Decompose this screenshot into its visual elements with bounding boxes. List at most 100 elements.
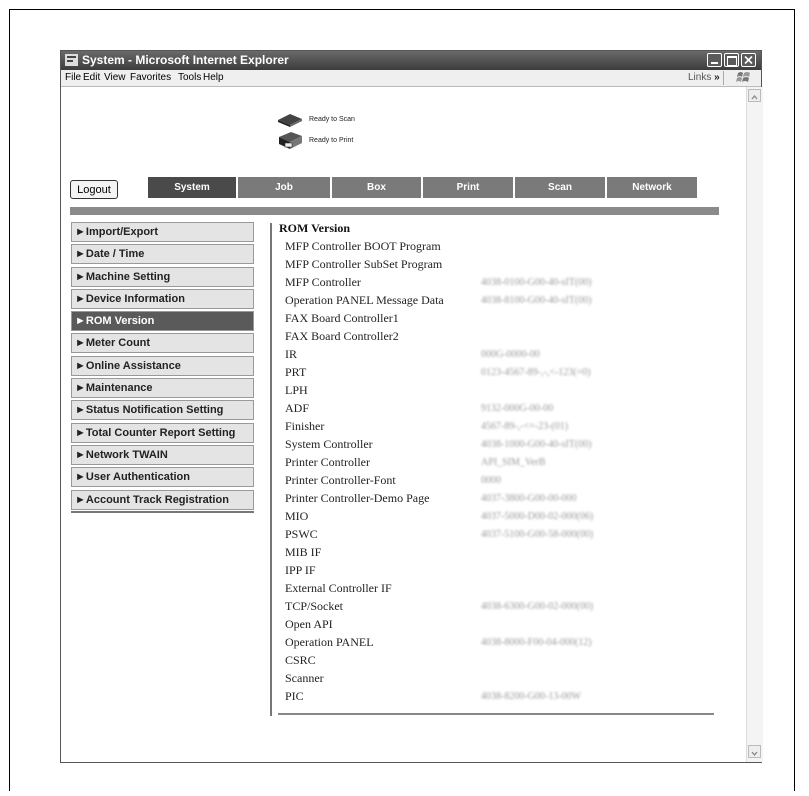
links-button[interactable]: Links » <box>688 72 720 83</box>
arrow-right-icon: ► <box>75 382 86 395</box>
sidebar-item-maintenance[interactable]: ► Maintenance <box>71 378 254 399</box>
menu-favorites[interactable]: Favorites <box>130 72 171 83</box>
menu-bar: File Edit View Favorites Tools Help Link… <box>61 70 761 87</box>
rom-row-label: FAX Board Controller1 <box>285 311 399 325</box>
sidebar-item-import-export[interactable]: ► Import/Export <box>71 222 254 242</box>
arrow-right-icon: ► <box>75 270 86 283</box>
sidebar-item-rom-version[interactable]: ► ROM Version <box>71 311 254 332</box>
rom-row-value: 4038-8000-F00-04-000(12) <box>481 637 592 648</box>
arrow-right-icon: ► <box>75 226 86 238</box>
minimize-button[interactable] <box>707 53 722 67</box>
logout-button[interactable]: Logout <box>70 180 118 199</box>
scroll-up-button[interactable] <box>748 89 761 102</box>
menu-file[interactable]: File <box>65 72 81 83</box>
tab-system[interactable]: System <box>148 177 236 198</box>
rom-row-value: 0000 <box>481 475 501 486</box>
links-label: Links <box>688 72 712 83</box>
print-status-text: Ready to Print <box>309 136 354 144</box>
sidebar-item-machine-setting[interactable]: ► Machine Setting <box>71 266 254 287</box>
print-status: Ready to Print <box>276 130 353 150</box>
rom-row-label: MIB IF <box>285 545 322 559</box>
sidebar-item-label: Account Track Registration <box>85 493 229 506</box>
chevron-icon: » <box>714 72 720 83</box>
rom-row-label: LPH <box>285 383 308 397</box>
arrow-right-icon: ► <box>75 404 86 417</box>
rom-row-value: 4037-5000-D00-02-000(06) <box>481 511 594 522</box>
rom-row-label: ADF <box>285 401 310 415</box>
content-bottom-rule <box>278 713 714 715</box>
content-title: ROM Version <box>279 221 351 235</box>
close-icon <box>744 55 753 65</box>
tab-network[interactable]: Network <box>607 177 697 198</box>
chevron-down-icon <box>751 751 758 757</box>
sidebar-item-label: Total Counter Report Setting <box>85 426 236 439</box>
sidebar-item-user-authentication[interactable]: ► User Authentication <box>71 467 254 488</box>
arrow-right-icon: ► <box>75 426 86 439</box>
rom-row-label: TCP/Socket <box>285 599 344 613</box>
rom-row-label: Scanner <box>285 671 324 685</box>
rom-row-label: IR <box>285 347 297 361</box>
sidebar-item-meter-count[interactable]: ► Meter Count <box>71 333 254 354</box>
sidebar-menu: ► Import/Export ► Date / Time ► Machine Set… <box>71 222 254 513</box>
rom-row-label: PSWC <box>285 527 318 541</box>
arrow-right-icon: ► <box>75 493 86 506</box>
close-button[interactable] <box>741 53 756 67</box>
vertical-scrollbar[interactable] <box>746 87 763 762</box>
scroll-down-button[interactable] <box>748 745 761 758</box>
rom-row-value: 4038-8200-G00-13-00W <box>481 691 581 702</box>
rom-row-value: 4567-89-,-<=-23-(01) <box>481 421 569 432</box>
arrow-right-icon: ► <box>75 471 86 484</box>
rom-row-label: PIC <box>285 689 304 703</box>
sidebar-item-device-information[interactable]: ► Device Information <box>71 288 254 309</box>
arrow-right-icon: ► <box>75 359 86 372</box>
rom-row-value: 0123-4567-89-,-,<-123(=0) <box>481 367 591 378</box>
arrow-right-icon: ► <box>75 292 86 305</box>
sidebar-item-label: Date / Time <box>85 248 145 261</box>
tab-job[interactable]: Job <box>238 177 330 198</box>
maximize-icon <box>727 56 737 66</box>
menu-help[interactable]: Help <box>203 72 224 83</box>
rom-row-value: 000G-0000-00 <box>481 349 540 360</box>
windows-logo-icon <box>736 72 750 82</box>
rom-row-label: System Controller <box>285 437 373 451</box>
rom-row-value: API_SIM_VerB <box>481 457 546 468</box>
sidebar-item-label: Meter Count <box>85 337 151 350</box>
printer-icon <box>279 132 302 149</box>
sidebar-item-label: ROM Version <box>85 315 155 328</box>
maximize-button[interactable] <box>724 53 739 67</box>
rom-row-label: MFP Controller BOOT Program <box>285 239 441 253</box>
sidebar-item-total-counter-report-setting[interactable]: ► Total Counter Report Setting <box>71 422 254 443</box>
content-divider <box>270 223 272 716</box>
chevron-up-icon <box>751 94 758 100</box>
rom-row-value: 4038-8100-G00-40-sIT(00) <box>481 295 592 306</box>
arrow-right-icon: ► <box>75 337 86 350</box>
rom-row-label: MFP Controller SubSet Program <box>285 257 443 271</box>
scan-status: Ready to Scan <box>276 111 355 127</box>
links-separator <box>723 71 724 85</box>
sidebar-item-online-assistance[interactable]: ► Online Assistance <box>71 355 254 376</box>
sidebar-item-label: Import/Export <box>85 226 159 238</box>
sidebar-item-network-twain[interactable]: ► Network TWAIN <box>71 444 254 465</box>
tab-scan[interactable]: Scan <box>515 177 605 198</box>
sidebar-item-label: Online Assistance <box>85 359 181 372</box>
menu-view[interactable]: View <box>104 72 126 83</box>
tab-print[interactable]: Print <box>423 177 513 198</box>
sidebar-item-label: Status Notification Setting <box>85 404 224 417</box>
sidebar-item-date-time[interactable]: ► Date / Time <box>71 244 254 265</box>
ie-app-icon <box>65 54 78 66</box>
sidebar-item-label: Maintenance <box>85 382 153 395</box>
rom-row-label: Printer Controller-Demo Page <box>285 491 430 505</box>
rom-row-value: 9132-000G-00-00 <box>481 403 554 414</box>
tab-box[interactable]: Box <box>332 177 421 198</box>
menu-edit[interactable]: Edit <box>83 72 100 83</box>
sidebar-item-status-notification-setting[interactable]: ► Status Notification Setting <box>71 400 254 421</box>
rom-row-label: MFP Controller <box>285 275 361 289</box>
sidebar-item-account-track-registration[interactable]: ► Account Track Registration <box>71 489 254 510</box>
sidebar-item-label: Device Information <box>85 292 185 305</box>
rom-row-value: 4037-5100-G00-58-000(00) <box>481 529 594 540</box>
title-bar[interactable]: System - Microsoft Internet Explorer <box>61 51 761 70</box>
menu-tools[interactable]: Tools <box>178 72 201 83</box>
tab-strip-bar <box>70 207 719 215</box>
rom-row-label: Finisher <box>285 419 325 433</box>
rom-row-label: MIO <box>285 509 309 523</box>
